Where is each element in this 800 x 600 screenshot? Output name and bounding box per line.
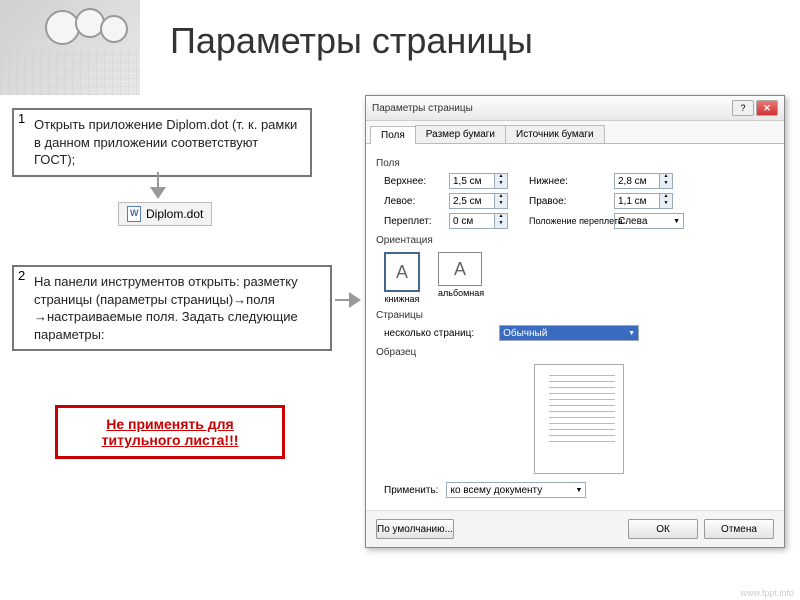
top-margin-label: Верхнее: bbox=[384, 176, 439, 187]
left-margin-input[interactable] bbox=[449, 193, 495, 209]
landscape-glyph: A bbox=[454, 259, 466, 280]
section-fields-label: Поля bbox=[376, 158, 774, 169]
top-margin-input[interactable] bbox=[449, 173, 495, 189]
arrow-down-icon bbox=[148, 172, 168, 202]
apply-to-value: ко всему документу bbox=[450, 485, 542, 496]
header-image bbox=[0, 0, 140, 95]
word-doc-icon bbox=[127, 206, 141, 222]
spin-down-icon[interactable]: ▼ bbox=[495, 201, 507, 208]
spin-down-icon[interactable]: ▼ bbox=[660, 201, 672, 208]
section-pages-label: Страницы bbox=[376, 310, 774, 321]
top-margin-spinner[interactable]: ▲▼ bbox=[449, 173, 519, 189]
slide-title: Параметры страницы bbox=[170, 20, 533, 62]
section-orientation-label: Ориентация bbox=[376, 235, 774, 246]
gutter-pos-label: Положение переплета: bbox=[529, 216, 604, 226]
ok-button[interactable]: ОК bbox=[628, 519, 698, 539]
right-margin-spinner[interactable]: ▲▼ bbox=[614, 193, 684, 209]
warning-box: Не применять для титульного листа!!! bbox=[55, 405, 285, 459]
right-margin-input[interactable] bbox=[614, 193, 660, 209]
dialog-tabs: Поля Размер бумаги Источник бумаги bbox=[366, 121, 784, 144]
gutter-input[interactable] bbox=[449, 213, 495, 229]
cancel-button[interactable]: Отмена bbox=[704, 519, 774, 539]
dialog-titlebar[interactable]: Параметры страницы ? ✕ bbox=[366, 96, 784, 121]
help-button[interactable]: ? bbox=[732, 100, 754, 116]
gutter-pos-dropdown[interactable]: Слева ▼ bbox=[614, 213, 684, 229]
page-preview bbox=[534, 364, 624, 474]
apply-to-label: Применить: bbox=[384, 485, 438, 496]
tab-paper-source[interactable]: Источник бумаги bbox=[505, 125, 605, 143]
bottom-margin-input[interactable] bbox=[614, 173, 660, 189]
file-name: Diplom.dot bbox=[146, 207, 203, 221]
chevron-down-icon: ▼ bbox=[576, 487, 583, 494]
file-chip[interactable]: Diplom.dot bbox=[118, 202, 212, 226]
step-2-text: На панели инструментов открыть: разметку… bbox=[34, 273, 322, 343]
section-preview-label: Образец bbox=[376, 347, 774, 358]
tab-margins[interactable]: Поля bbox=[370, 126, 416, 144]
spin-down-icon[interactable]: ▼ bbox=[495, 181, 507, 188]
page-setup-dialog: Параметры страницы ? ✕ Поля Размер бумаг… bbox=[365, 95, 785, 548]
dialog-title: Параметры страницы bbox=[372, 103, 473, 114]
gutter-spinner[interactable]: ▲▼ bbox=[449, 213, 519, 229]
portrait-label: книжная bbox=[384, 294, 420, 304]
step-1-text: Открыть приложение Diplom.dot (т. к. рам… bbox=[34, 116, 302, 169]
orientation-portrait[interactable]: A книжная bbox=[384, 252, 420, 304]
chevron-down-icon: ▼ bbox=[673, 218, 680, 225]
multi-pages-value: Обычный bbox=[503, 328, 547, 339]
close-button[interactable]: ✕ bbox=[756, 100, 778, 116]
orientation-landscape[interactable]: A альбомная bbox=[438, 252, 484, 304]
warning-line2: титульного листа!!! bbox=[66, 432, 274, 448]
bottom-margin-spinner[interactable]: ▲▼ bbox=[614, 173, 684, 189]
left-margin-spinner[interactable]: ▲▼ bbox=[449, 193, 519, 209]
bottom-margin-label: Нижнее: bbox=[529, 176, 604, 187]
step-1-box: Открыть приложение Diplom.dot (т. к. рам… bbox=[12, 108, 312, 177]
multi-pages-label: несколько страниц: bbox=[384, 328, 474, 339]
watermark: www.fppt.info bbox=[740, 588, 794, 598]
left-margin-label: Левое: bbox=[384, 196, 439, 207]
chevron-down-icon: ▼ bbox=[628, 330, 635, 337]
default-button[interactable]: По умолчанию... bbox=[376, 519, 454, 539]
step-2-box: На панели инструментов открыть: разметку… bbox=[12, 265, 332, 351]
gutter-pos-value: Слева bbox=[618, 216, 647, 227]
arrow-right-icon bbox=[335, 290, 365, 310]
multi-pages-dropdown[interactable]: Обычный ▼ bbox=[499, 325, 639, 341]
spin-down-icon[interactable]: ▼ bbox=[495, 221, 507, 228]
spin-down-icon[interactable]: ▼ bbox=[660, 181, 672, 188]
landscape-label: альбомная bbox=[438, 288, 484, 298]
apply-to-dropdown[interactable]: ко всему документу ▼ bbox=[446, 482, 586, 498]
tab-paper-size[interactable]: Размер бумаги bbox=[415, 125, 506, 143]
warning-line1: Не применять для bbox=[66, 416, 274, 432]
portrait-glyph: A bbox=[396, 262, 408, 283]
gutter-label: Переплет: bbox=[384, 216, 439, 227]
right-margin-label: Правое: bbox=[529, 196, 604, 207]
